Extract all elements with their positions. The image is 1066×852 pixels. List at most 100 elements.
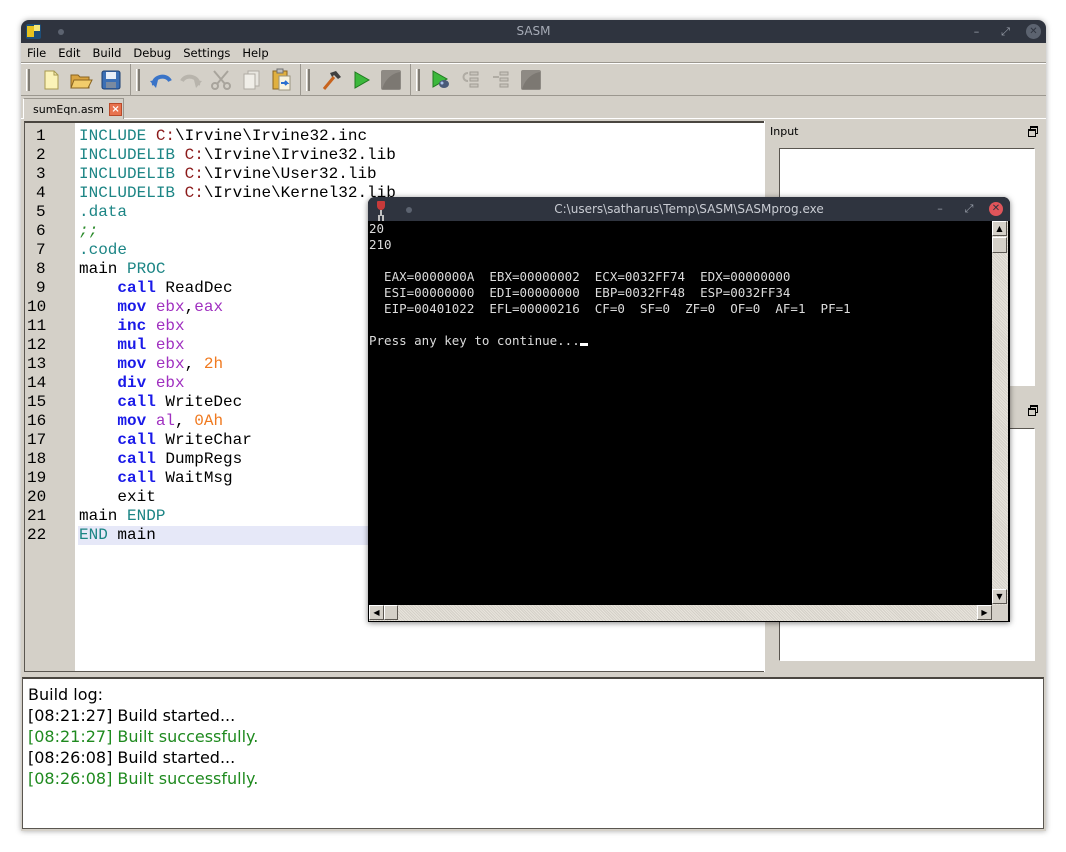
code-text: mul ebx bbox=[79, 336, 184, 355]
step-into-button[interactable] bbox=[488, 67, 514, 93]
console-output[interactable]: 20 210 EAX=0000000A EBX=00000002 ECX=003… bbox=[369, 221, 992, 604]
open-file-button[interactable] bbox=[68, 67, 94, 93]
file-toolbar-group bbox=[21, 64, 131, 95]
code-token-reg: ebx bbox=[155, 317, 185, 335]
code-token-plain: \Irvine\Irvine32.inc bbox=[175, 127, 368, 145]
copy-button[interactable] bbox=[238, 67, 264, 93]
console-prompt-line: Press any key to continue... bbox=[369, 333, 992, 349]
tab-sumeqn[interactable]: sumEqn.asm × bbox=[23, 98, 124, 119]
build-log-header: Build log: bbox=[28, 685, 104, 704]
paste-button[interactable] bbox=[268, 67, 294, 93]
build-toolbar-group bbox=[301, 64, 411, 95]
debug-button[interactable] bbox=[428, 67, 454, 93]
horizontal-scrollbar[interactable]: ◀ ▶ bbox=[369, 605, 992, 621]
paste-icon bbox=[272, 68, 291, 90]
code-token-dir: END bbox=[79, 526, 108, 544]
code-text: mov ebx,eax bbox=[79, 298, 223, 317]
maximize-button[interactable]: ⤢ bbox=[998, 24, 1013, 39]
console-maximize-button[interactable]: ⤢ bbox=[962, 202, 976, 216]
code-text: INCLUDE C:\Irvine\Irvine32.inc bbox=[79, 127, 367, 146]
scroll-up-button[interactable]: ▲ bbox=[992, 221, 1007, 236]
console-title-bar[interactable]: C:\users\satharus\Temp\SASM\SASMprog.exe… bbox=[368, 197, 1010, 221]
toolbar-grip[interactable] bbox=[416, 68, 420, 91]
title-bar[interactable]: SASM – ⤢ ✕ bbox=[21, 20, 1046, 43]
menu-debug[interactable]: Debug bbox=[133, 46, 171, 60]
code-text: main PROC bbox=[79, 260, 165, 279]
undo-button[interactable] bbox=[148, 67, 174, 93]
code-token-dir: ENDP bbox=[127, 507, 166, 525]
vertical-scrollbar[interactable]: ▲ ▼ bbox=[992, 221, 1008, 606]
code-token-kw: inc bbox=[117, 317, 147, 335]
build-button[interactable] bbox=[318, 67, 344, 93]
scroll-down-button[interactable]: ▼ bbox=[992, 589, 1007, 604]
step-over-button[interactable] bbox=[458, 67, 484, 93]
stop-button[interactable] bbox=[378, 67, 404, 93]
redo-icon bbox=[180, 74, 202, 88]
line-number: 18 bbox=[27, 450, 47, 468]
save-file-button[interactable] bbox=[98, 67, 124, 93]
toolbar-grip[interactable] bbox=[306, 68, 310, 91]
horizontal-scroll-thumb[interactable] bbox=[384, 605, 398, 620]
code-text: inc ebx bbox=[79, 317, 185, 336]
code-token-dir: INCLUDELIB bbox=[79, 184, 185, 202]
line-number: 3 bbox=[36, 165, 46, 183]
build-log[interactable]: Build log: [08:21:27] Build started... [… bbox=[22, 677, 1044, 829]
menu-build[interactable]: Build bbox=[93, 46, 122, 60]
code-line[interactable]: 2 INCLUDELIB C:\Irvine\Irvine32.lib bbox=[25, 146, 766, 165]
code-token-plain: ReadDec bbox=[155, 279, 233, 297]
minimize-button[interactable]: – bbox=[969, 24, 984, 39]
vertical-scroll-thumb[interactable] bbox=[992, 237, 1007, 253]
toolbar-grip[interactable] bbox=[26, 68, 30, 91]
code-text: .code bbox=[79, 241, 127, 260]
scroll-right-button[interactable]: ▶ bbox=[977, 605, 992, 620]
close-tab-icon[interactable]: × bbox=[109, 102, 123, 116]
stop-debug-button[interactable] bbox=[518, 67, 544, 93]
redo-button[interactable] bbox=[178, 67, 204, 93]
console-window[interactable]: C:\users\satharus\Temp\SASM\SASMprog.exe… bbox=[368, 197, 1010, 622]
cut-button[interactable] bbox=[208, 67, 234, 93]
line-number: 13 bbox=[27, 355, 47, 373]
menu-file[interactable]: File bbox=[27, 46, 46, 60]
line-number: 17 bbox=[27, 431, 47, 449]
console-minimize-button[interactable]: – bbox=[933, 202, 947, 216]
edit-toolbar-group bbox=[131, 64, 301, 95]
console-title: C:\users\satharus\Temp\SASM\SASMprog.exe bbox=[554, 202, 824, 216]
scroll-left-button[interactable]: ◀ bbox=[369, 605, 384, 620]
code-text: call WaitMsg bbox=[79, 469, 232, 488]
code-token-reg: al bbox=[155, 412, 176, 430]
run-button[interactable] bbox=[348, 67, 374, 93]
code-text: INCLUDELIB C:\Irvine\Kernel32.lib bbox=[79, 184, 396, 203]
line-number: 10 bbox=[27, 298, 47, 316]
tab-label: sumEqn.asm bbox=[33, 102, 105, 116]
open-folder-icon bbox=[70, 74, 93, 88]
build-log-entry: [08:26:08] Built successfully. bbox=[28, 769, 259, 788]
menu-help[interactable]: Help bbox=[242, 46, 268, 60]
line-number: 21 bbox=[27, 507, 47, 525]
console-close-button[interactable]: ✕ bbox=[989, 202, 1003, 216]
code-line[interactable]: 1 INCLUDE C:\Irvine\Irvine32.inc bbox=[25, 127, 766, 146]
code-text: mov al, 0Ah bbox=[79, 412, 223, 431]
close-button[interactable]: ✕ bbox=[1026, 24, 1041, 39]
code-token-path: C: bbox=[184, 165, 204, 183]
undo-icon bbox=[150, 74, 172, 88]
step-over-icon bbox=[462, 71, 479, 87]
code-line[interactable]: 3 INCLUDELIB C:\Irvine\User32.lib bbox=[25, 165, 766, 184]
line-number: 6 bbox=[36, 222, 46, 240]
console-line: EAX=0000000A EBX=00000002 ECX=0032FF74 E… bbox=[369, 269, 791, 284]
float-panel-icon[interactable] bbox=[1028, 126, 1038, 137]
toolbar-grip[interactable] bbox=[136, 68, 140, 91]
code-token-kw: call bbox=[117, 393, 156, 411]
menu-settings[interactable]: Settings bbox=[183, 46, 230, 60]
menu-edit[interactable]: Edit bbox=[58, 46, 80, 60]
new-file-button[interactable] bbox=[38, 67, 64, 93]
code-token-dir: INCLUDE bbox=[79, 127, 156, 145]
float-panel-icon[interactable] bbox=[1028, 405, 1038, 416]
